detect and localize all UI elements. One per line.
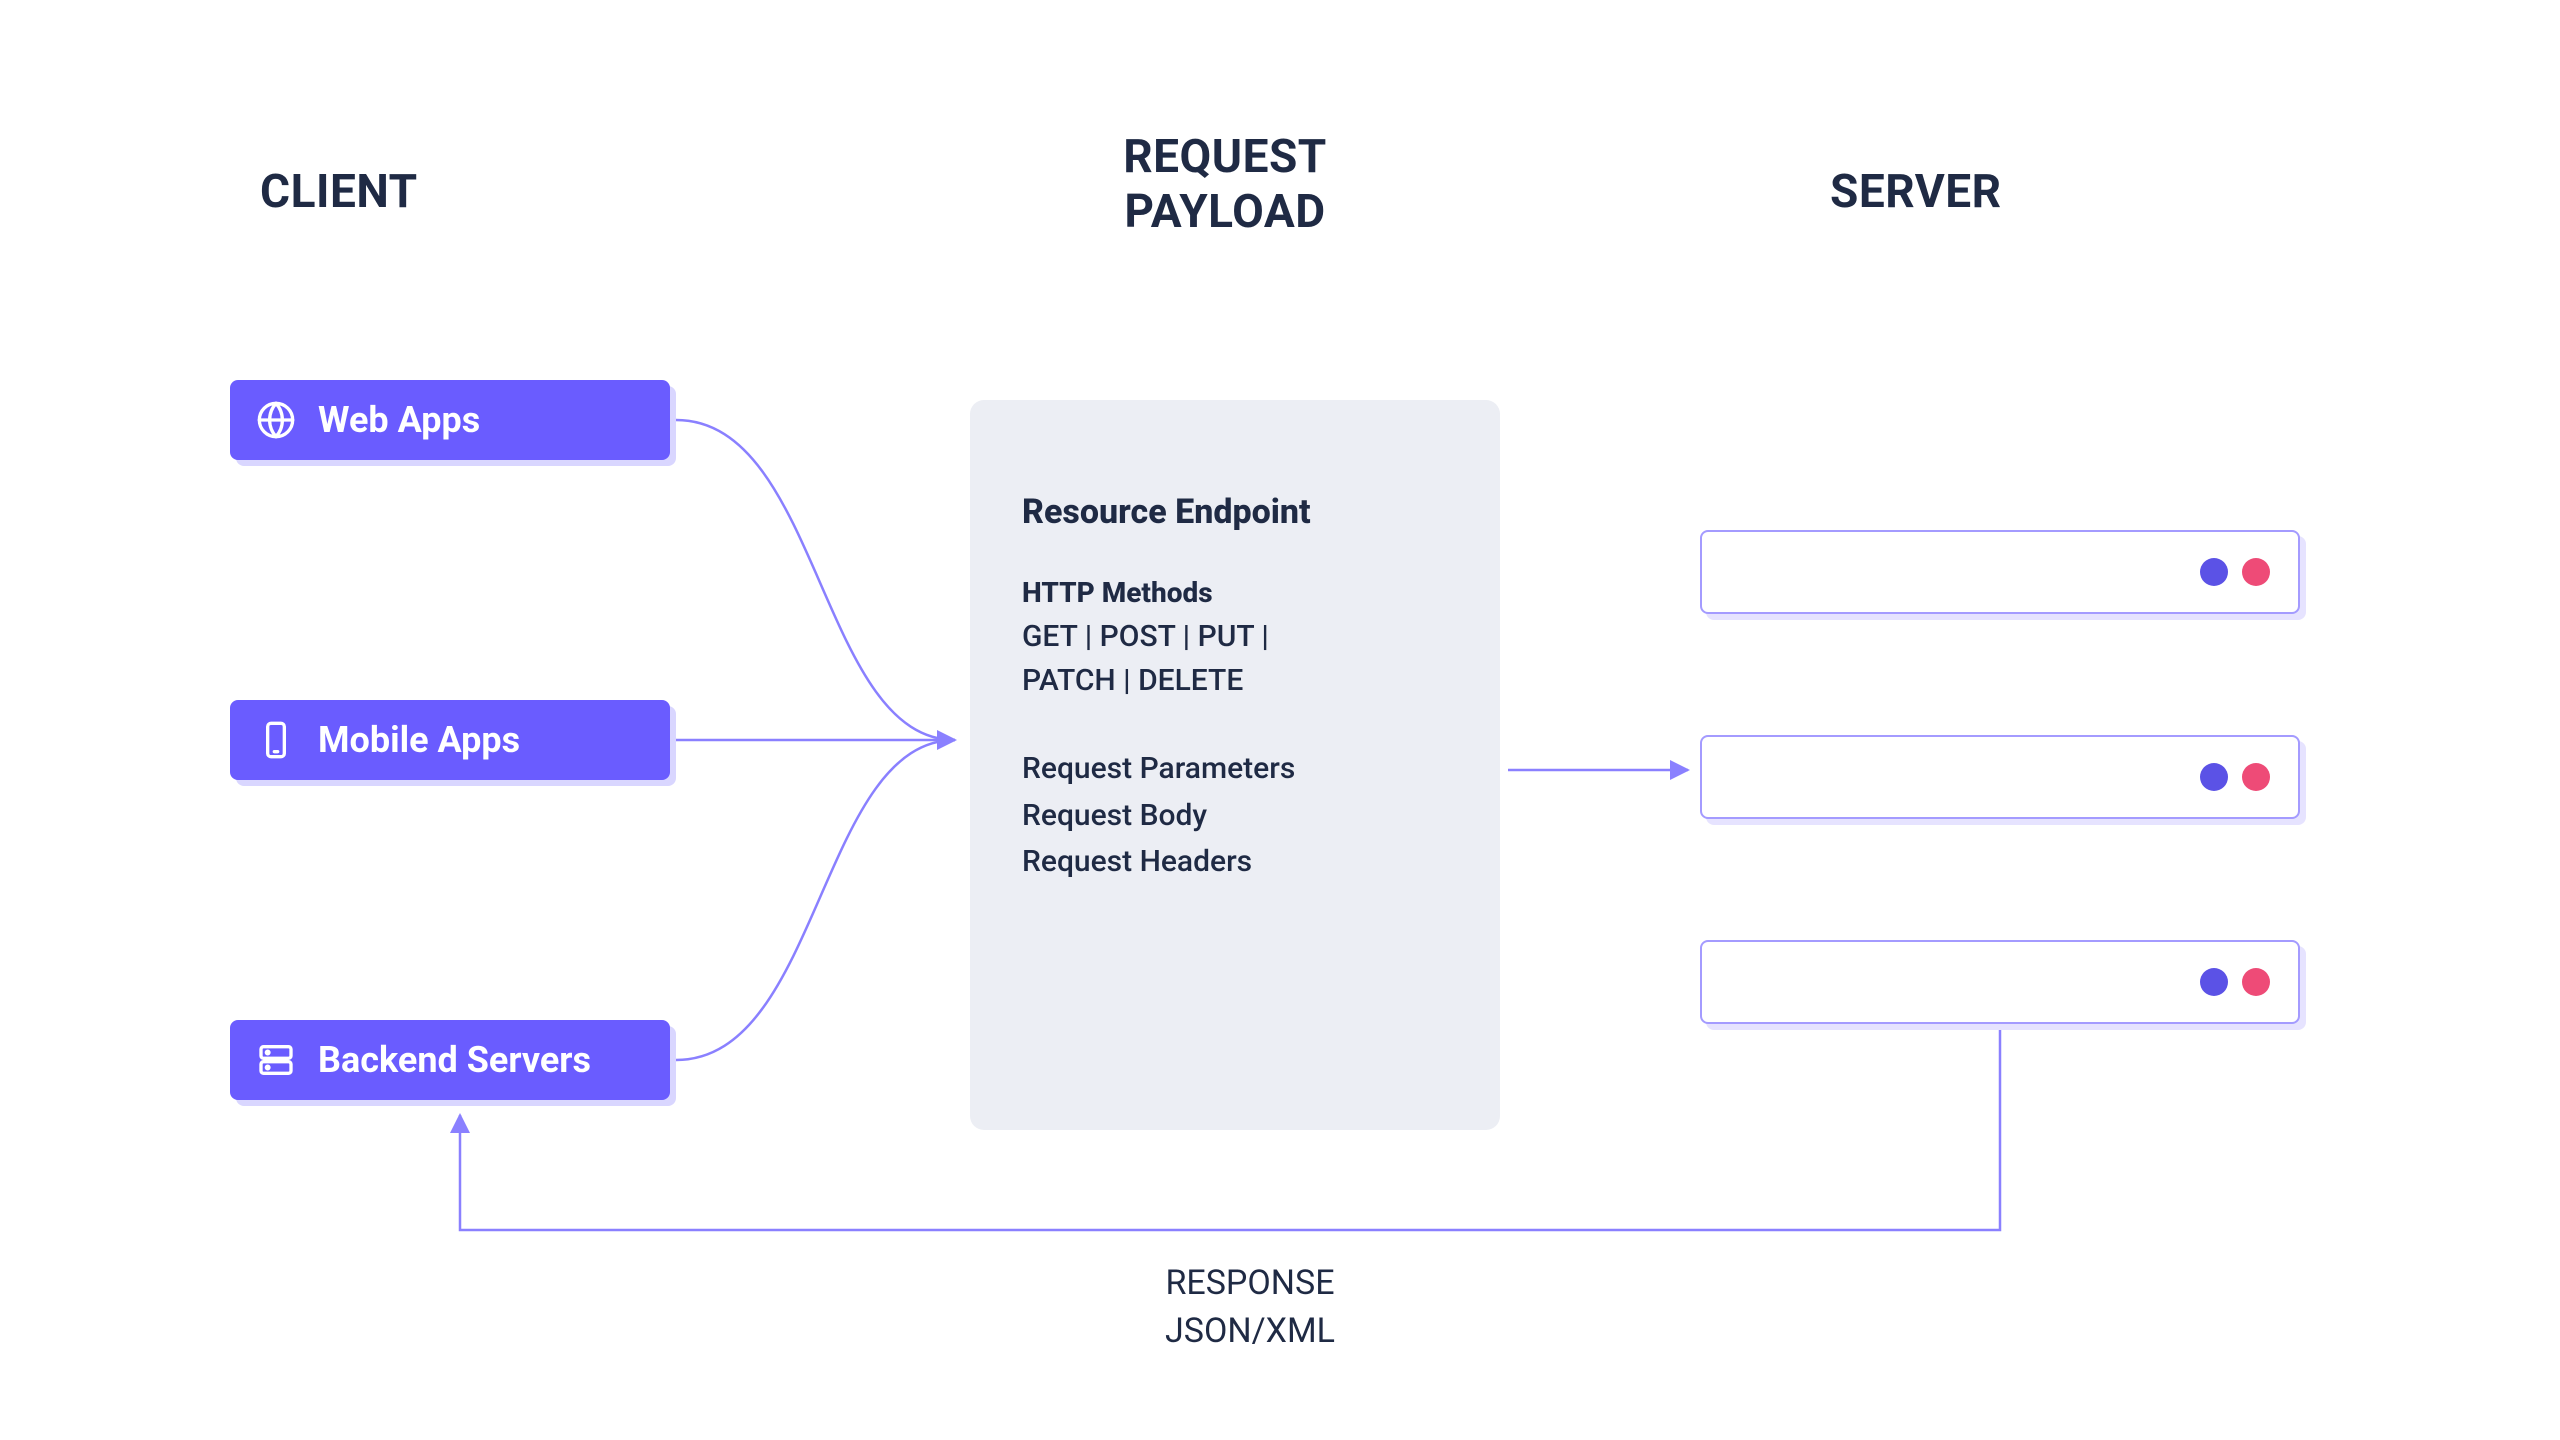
client-card-backend-servers: Backend Servers: [230, 1020, 670, 1100]
diagram-canvas: CLIENT REQUEST PAYLOAD SERVER Web Apps M…: [0, 0, 2560, 1440]
client-label-web: Web Apps: [318, 399, 480, 441]
client-card-web-apps: Web Apps: [230, 380, 670, 460]
globe-icon: [256, 400, 296, 440]
request-payload-panel: Resource Endpoint HTTP Methods GET | POS…: [970, 400, 1500, 1130]
status-dot-pink: [2242, 763, 2270, 791]
client-card-mobile-apps: Mobile Apps: [230, 700, 670, 780]
payload-item-headers: Request Headers: [1022, 839, 1448, 886]
heading-request-line2: PAYLOAD: [1124, 185, 1325, 239]
response-line1: RESPONSE: [1165, 1263, 1334, 1303]
heading-client: CLIENT: [260, 165, 418, 219]
status-dot-pink: [2242, 558, 2270, 586]
payload-methods-line2: PATCH | DELETE: [1022, 663, 1243, 698]
payload-item-parameters: Request Parameters: [1022, 746, 1448, 793]
heading-request-payload: REQUEST PAYLOAD: [965, 130, 1485, 240]
payload-http-heading: HTTP Methods: [1022, 576, 1448, 609]
payload-methods-line1: GET | POST | PUT |: [1022, 619, 1269, 654]
client-label-backend: Backend Servers: [318, 1039, 591, 1081]
status-dot-blue: [2200, 968, 2228, 996]
status-dot-blue: [2200, 763, 2228, 791]
client-label-mobile: Mobile Apps: [318, 719, 520, 761]
response-line2: JSON/XML: [1165, 1311, 1335, 1351]
status-dot-pink: [2242, 968, 2270, 996]
server-card-2: [1700, 735, 2300, 819]
mobile-icon: [256, 720, 296, 760]
arrow-backend-to-payload: [676, 740, 955, 1060]
heading-request-line1: REQUEST: [1123, 130, 1327, 184]
payload-item-body: Request Body: [1022, 793, 1448, 840]
server-icon: [256, 1040, 296, 1080]
status-dot-blue: [2200, 558, 2228, 586]
payload-http-methods: GET | POST | PUT | PATCH | DELETE: [1022, 615, 1448, 702]
heading-server: SERVER: [1830, 165, 2002, 219]
server-card-3: [1700, 940, 2300, 1024]
response-label: RESPONSE JSON/XML: [1110, 1260, 1390, 1355]
arrow-web-to-payload: [676, 420, 955, 740]
payload-item-list: Request Parameters Request Body Request …: [1022, 746, 1448, 886]
server-card-1: [1700, 530, 2300, 614]
payload-title: Resource Endpoint: [1022, 492, 1448, 532]
